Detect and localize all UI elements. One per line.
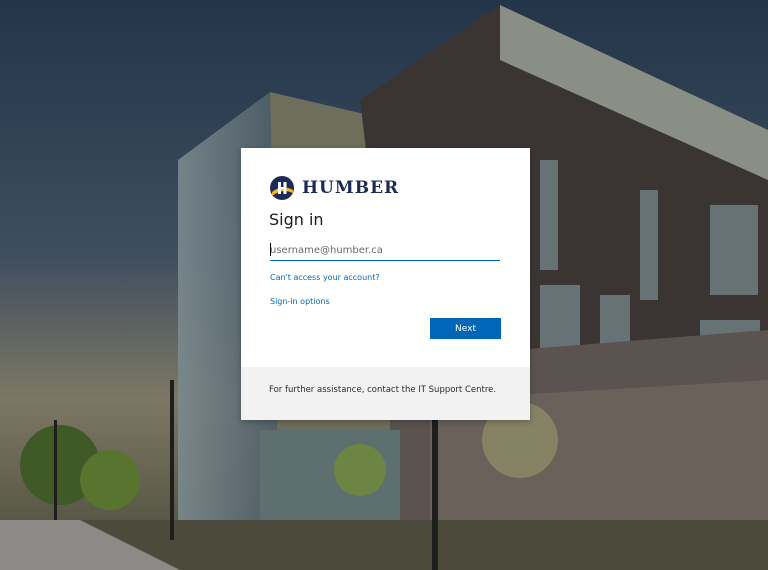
page-title: Sign in xyxy=(269,210,324,229)
signin-options-link[interactable]: Sign-in options xyxy=(270,297,330,306)
signin-card: HUMBER Sign in Can't access your account… xyxy=(241,148,530,420)
username-input[interactable] xyxy=(270,240,500,261)
cant-access-account-link[interactable]: Can't access your account? xyxy=(270,273,380,282)
assistance-footer: For further assistance, contact the IT S… xyxy=(241,367,530,420)
humber-logo: HUMBER xyxy=(269,175,399,201)
assistance-text: For further assistance, contact the IT S… xyxy=(269,385,497,395)
humber-h-logo-icon xyxy=(270,176,294,200)
text-cursor xyxy=(270,243,271,256)
next-button[interactable]: Next xyxy=(430,318,501,339)
brand-name: HUMBER xyxy=(302,178,400,198)
